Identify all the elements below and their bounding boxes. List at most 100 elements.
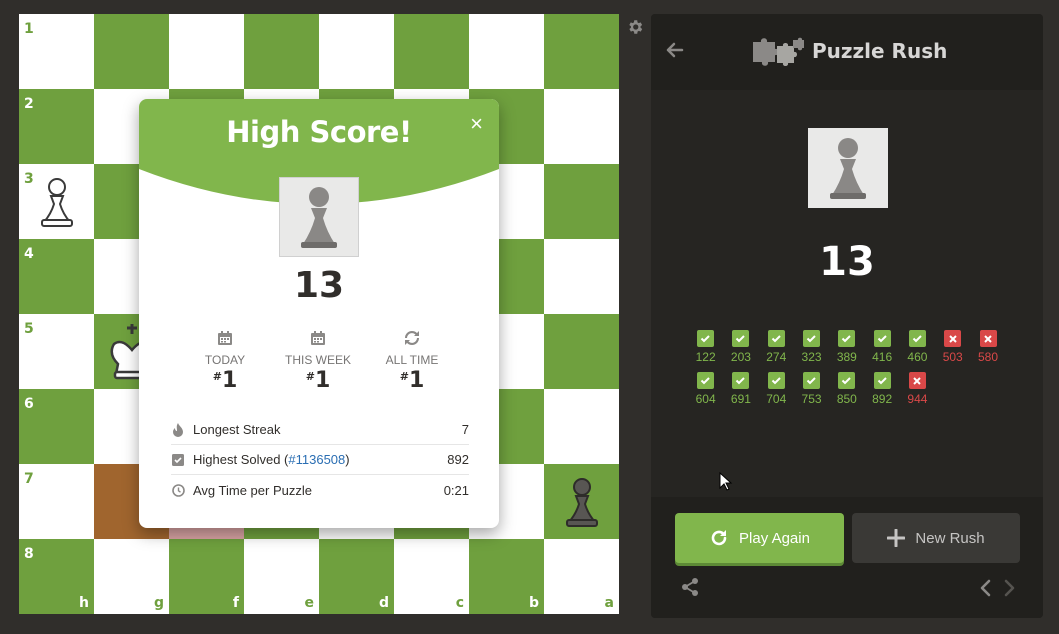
puzzle-result[interactable]: 892 bbox=[864, 372, 899, 414]
puzzle-rating: 503 bbox=[942, 350, 963, 364]
board-square-h6[interactable]: 6 bbox=[19, 389, 94, 464]
board-square-f8[interactable]: f bbox=[169, 539, 244, 614]
stat-value: 0:21 bbox=[443, 482, 469, 498]
stat-label: Highest Solved (#1136508) bbox=[193, 452, 350, 467]
board-square-e8[interactable]: e bbox=[244, 539, 319, 614]
rank-label: TODAY bbox=[204, 353, 246, 367]
modal-score: 13 bbox=[293, 265, 345, 306]
rank-value: #1 bbox=[305, 368, 331, 393]
board-square-b1[interactable] bbox=[469, 14, 544, 89]
puzzle-rating: 604 bbox=[695, 392, 716, 406]
puzzle-rating: 850 bbox=[836, 392, 857, 406]
high-score-modal: High Score! × 13 TODAY #1 THIS WEEK #1 A… bbox=[139, 99, 499, 528]
board-square-h8[interactable]: 8h bbox=[19, 539, 94, 614]
board-square-b8[interactable]: b bbox=[469, 539, 544, 614]
board-square-a5[interactable] bbox=[544, 314, 619, 389]
puzzle-result[interactable]: 416 bbox=[864, 330, 899, 372]
pawn-avatar-icon bbox=[301, 187, 337, 248]
board-square-a1[interactable] bbox=[544, 14, 619, 89]
board-square-h5[interactable]: 5 bbox=[19, 314, 94, 389]
refresh-icon bbox=[367, 327, 457, 349]
puzzle-rating: 691 bbox=[730, 392, 751, 406]
file-label: d bbox=[378, 595, 389, 611]
board-square-h2[interactable]: 2 bbox=[19, 89, 94, 164]
puzzle-result[interactable]: 580 bbox=[970, 330, 1005, 372]
check-icon bbox=[697, 372, 715, 389]
board-square-e1[interactable] bbox=[244, 14, 319, 89]
rank-label: 1 bbox=[24, 21, 34, 37]
check-icon bbox=[767, 372, 785, 389]
check-icon bbox=[732, 330, 750, 347]
board-square-a3[interactable] bbox=[544, 164, 619, 239]
check-icon bbox=[697, 330, 715, 347]
board-square-c8[interactable]: c bbox=[394, 539, 469, 614]
board-square-h7[interactable]: 7 bbox=[19, 464, 94, 539]
flame-icon bbox=[171, 422, 185, 437]
check-icon bbox=[873, 372, 891, 389]
rank-label: ALL TIME bbox=[385, 353, 439, 367]
white-pawn-icon[interactable] bbox=[19, 164, 94, 239]
plus-icon bbox=[887, 529, 906, 547]
gear-icon[interactable] bbox=[626, 18, 644, 36]
puzzle-rating: 580 bbox=[978, 350, 999, 364]
puzzle-result[interactable]: 460 bbox=[900, 330, 935, 372]
new-rush-button[interactable]: New Rush bbox=[852, 513, 1020, 563]
close-icon[interactable]: × bbox=[470, 113, 483, 135]
puzzle-result[interactable]: 604 bbox=[688, 372, 723, 414]
board-square-g8[interactable]: g bbox=[94, 539, 169, 614]
puzzle-result[interactable]: 274 bbox=[759, 330, 794, 372]
puzzle-result[interactable]: 691 bbox=[723, 372, 758, 414]
clock-icon bbox=[171, 483, 185, 497]
board-square-a4[interactable] bbox=[544, 239, 619, 314]
play-again-button[interactable]: Play Again bbox=[675, 513, 844, 563]
stat-label: Avg Time per Puzzle bbox=[193, 482, 312, 498]
rank-value: #1 bbox=[399, 368, 425, 393]
avatar bbox=[279, 177, 359, 257]
puzzle-rating: 416 bbox=[872, 350, 893, 364]
stat-row-avg-time: Avg Time per Puzzle 0:21 bbox=[171, 475, 469, 505]
board-square-f1[interactable] bbox=[169, 14, 244, 89]
back-arrow-icon[interactable] bbox=[666, 41, 684, 59]
puzzle-rating: 944 bbox=[907, 392, 928, 406]
puzzle-link[interactable]: #1136508 bbox=[288, 452, 345, 467]
puzzle-result[interactable]: 122 bbox=[688, 330, 723, 372]
board-square-a8[interactable]: a bbox=[544, 539, 619, 614]
board-square-a6[interactable] bbox=[544, 389, 619, 464]
sidebar-score: 13 bbox=[819, 239, 875, 285]
puzzle-rating: 323 bbox=[801, 350, 822, 364]
board-square-g1[interactable] bbox=[94, 14, 169, 89]
rank-label: 4 bbox=[24, 246, 34, 262]
puzzle-result[interactable]: 503 bbox=[935, 330, 970, 372]
puzzle-result[interactable]: 704 bbox=[759, 372, 794, 414]
share-icon[interactable] bbox=[680, 577, 700, 597]
calendar-icon bbox=[273, 327, 363, 349]
board-square-d1[interactable] bbox=[319, 14, 394, 89]
puzzle-result[interactable]: 944 bbox=[900, 372, 935, 414]
puzzle-result[interactable]: 323 bbox=[794, 330, 829, 372]
board-square-a2[interactable] bbox=[544, 89, 619, 164]
chevron-left-icon[interactable] bbox=[978, 578, 992, 598]
puzzle-result[interactable]: 203 bbox=[723, 330, 758, 372]
black-pawn-icon[interactable] bbox=[544, 464, 619, 539]
chevron-right-icon[interactable] bbox=[1003, 578, 1017, 598]
file-label: h bbox=[79, 595, 89, 611]
board-square-h4[interactable]: 4 bbox=[19, 239, 94, 314]
file-label: e bbox=[304, 595, 315, 611]
check-icon bbox=[803, 372, 821, 389]
board-square-c1[interactable] bbox=[394, 14, 469, 89]
puzzle-rating: 389 bbox=[836, 350, 857, 364]
puzzle-result[interactable]: 389 bbox=[829, 330, 864, 372]
rank-all-time: ALL TIME #1 bbox=[367, 327, 457, 393]
board-square-d8[interactable]: d bbox=[319, 539, 394, 614]
puzzle-rating: 203 bbox=[730, 350, 751, 364]
puzzle-result[interactable]: 753 bbox=[794, 372, 829, 414]
x-icon bbox=[908, 372, 926, 389]
board-square-h1[interactable]: 1 bbox=[19, 14, 94, 89]
stat-label: Longest Streak bbox=[193, 422, 281, 437]
puzzle-result[interactable]: 850 bbox=[829, 372, 864, 414]
puzzle-rating: 704 bbox=[766, 392, 787, 406]
board-square-h3[interactable]: 3 bbox=[19, 164, 94, 239]
rank-this-week: THIS WEEK #1 bbox=[273, 327, 363, 393]
rank-today: TODAY #1 bbox=[180, 327, 270, 393]
board-square-a7[interactable] bbox=[544, 464, 619, 539]
